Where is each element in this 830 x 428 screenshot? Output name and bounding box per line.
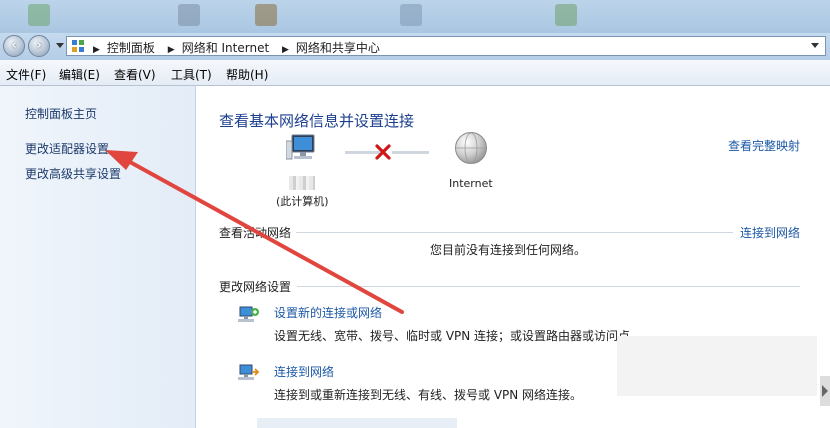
- redacted-area: [617, 336, 817, 396]
- breadcrumb-separator-icon[interactable]: ▶: [93, 45, 100, 55]
- menu-help[interactable]: 帮助(H): [226, 66, 268, 83]
- menu-file[interactable]: 文件(F): [6, 66, 46, 83]
- connect-to-network-link[interactable]: 连接到网络: [740, 224, 800, 241]
- taskbar-thumbnail: [255, 4, 277, 26]
- connect-to-network-task-desc: 连接到或重新连接到无线、有线、拨号或 VPN 网络连接。: [274, 388, 583, 402]
- page-title: 查看基本网络信息并设置连接: [219, 112, 415, 130]
- connect-network-icon: [238, 364, 260, 380]
- menu-bar: 文件(F) 编辑(E) 查看(V) 工具(T) 帮助(H): [0, 60, 830, 86]
- computer-name-redacted: [289, 176, 315, 190]
- setup-new-connection-desc: 设置无线、宽带、拨号、临时或 VPN 连接；或设置路由器或访问点。: [274, 329, 643, 343]
- menu-tools[interactable]: 工具(T): [171, 66, 212, 83]
- change-network-settings-title: 更改网络设置: [219, 280, 292, 294]
- taskbar-thumbnail: [178, 4, 200, 26]
- main-content: 查看基本网络信息并设置连接 查看完整映射 (此计算机) Internet 查看活…: [197, 86, 830, 428]
- left-task-pane: 控制面板主页 更改适配器设置 更改高级共享设置: [0, 86, 196, 428]
- taskbar-thumbnail: [555, 4, 577, 26]
- change-advanced-sharing-link[interactable]: 更改高级共享设置: [25, 165, 121, 182]
- address-bar[interactable]: ▶ 控制面板 ▶ 网络和 Internet ▶ 网络和共享中心: [66, 36, 826, 56]
- section-divider: [296, 232, 733, 233]
- window-title-strip: [0, 0, 830, 33]
- menu-view[interactable]: 查看(V): [114, 66, 156, 83]
- recent-pages-dropdown-icon[interactable]: [56, 43, 64, 48]
- active-networks-title: 查看活动网络: [219, 226, 292, 240]
- scroll-right-arrow-icon[interactable]: [820, 376, 830, 406]
- address-dropdown-icon[interactable]: [811, 43, 819, 48]
- section-divider: [297, 286, 800, 287]
- back-arrow-icon: ‹: [11, 38, 17, 53]
- change-adapter-settings-link[interactable]: 更改适配器设置: [25, 140, 109, 157]
- redacted-area: [257, 418, 457, 428]
- breadcrumb-item[interactable]: 网络和共享中心: [296, 41, 380, 55]
- forward-button[interactable]: ›: [28, 35, 50, 57]
- control-panel-home-link[interactable]: 控制面板主页: [25, 105, 97, 122]
- taskbar-thumbnail: [28, 4, 50, 26]
- view-full-map-link[interactable]: 查看完整映射: [728, 137, 800, 154]
- menu-edit[interactable]: 编辑(E): [59, 66, 100, 83]
- taskbar-thumbnail: [400, 4, 422, 26]
- address-toolbar: ‹ › ▶ 控制面板 ▶ 网络和 Internet ▶ 网络和共享中心: [0, 33, 830, 60]
- breadcrumb-separator-icon[interactable]: ▶: [168, 45, 175, 55]
- forward-arrow-icon: ›: [36, 38, 42, 53]
- this-computer-label: (此计算机): [276, 195, 329, 208]
- breadcrumb-item[interactable]: 网络和 Internet: [182, 41, 269, 55]
- globe-meridians-icon: [456, 132, 486, 164]
- connection-line: [392, 151, 429, 154]
- breadcrumb-separator-icon[interactable]: ▶: [282, 45, 289, 55]
- back-button[interactable]: ‹: [3, 35, 25, 57]
- setup-connection-icon: [238, 306, 259, 322]
- setup-new-connection-link[interactable]: 设置新的连接或网络: [274, 304, 382, 321]
- disconnected-x-icon[interactable]: [375, 144, 391, 160]
- breadcrumb: ▶ 控制面板 ▶ 网络和 Internet ▶ 网络和共享中心: [93, 39, 389, 56]
- no-connection-text: 您目前没有连接到任何网络。: [430, 243, 587, 257]
- breadcrumb-item[interactable]: 控制面板: [107, 41, 155, 55]
- computer-icon: [286, 134, 315, 160]
- connect-to-network-task-link[interactable]: 连接到网络: [274, 363, 334, 380]
- control-panel-icon: [72, 40, 84, 52]
- internet-label: Internet: [449, 177, 493, 190]
